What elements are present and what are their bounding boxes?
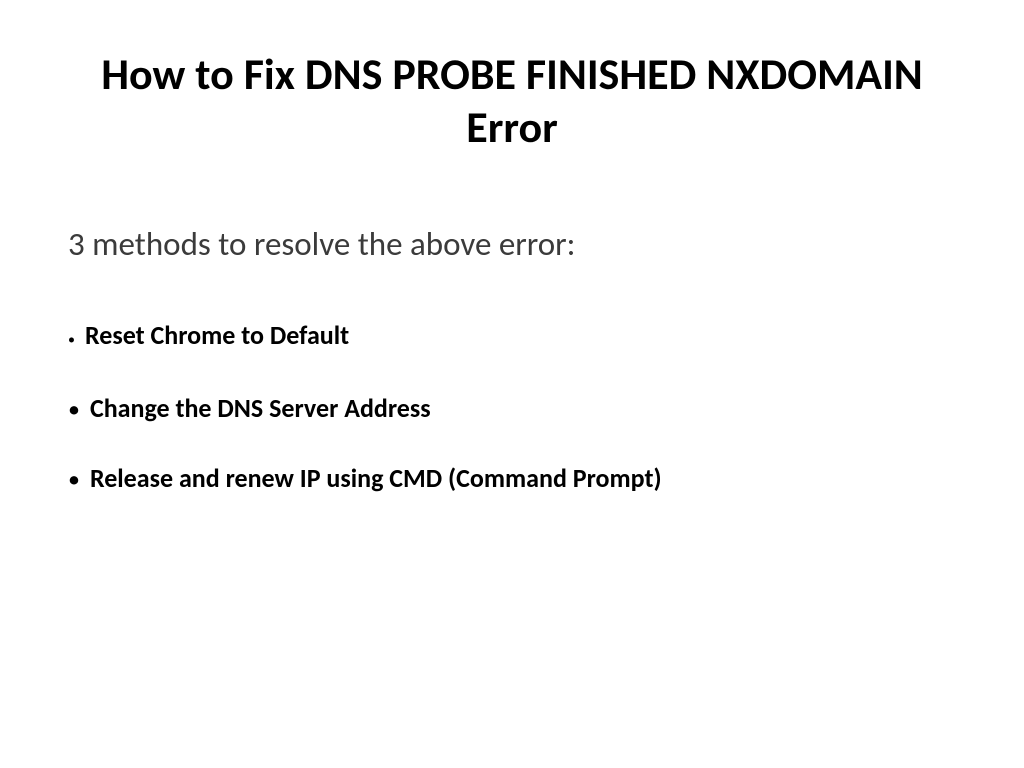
bullet-icon: • — [68, 326, 75, 354]
list-item: • Change the DNS Server Address — [68, 392, 964, 424]
slide-title: How to Fix DNS PROBE FINISHED NXDOMAIN E… — [60, 48, 964, 154]
method-text: Reset Chrome to Default — [85, 319, 349, 351]
list-item: • Reset Chrome to Default — [68, 319, 964, 354]
methods-list: • Reset Chrome to Default • Change the D… — [68, 319, 964, 494]
method-text: Release and renew IP using CMD (Command … — [90, 462, 662, 494]
bullet-icon: • — [68, 396, 80, 424]
bullet-icon: • — [68, 466, 80, 494]
slide-subtitle: 3 methods to resolve the above error: — [68, 224, 964, 264]
list-item: • Release and renew IP using CMD (Comman… — [68, 462, 964, 494]
method-text: Change the DNS Server Address — [90, 392, 431, 424]
slide-container: How to Fix DNS PROBE FINISHED NXDOMAIN E… — [0, 0, 1024, 768]
